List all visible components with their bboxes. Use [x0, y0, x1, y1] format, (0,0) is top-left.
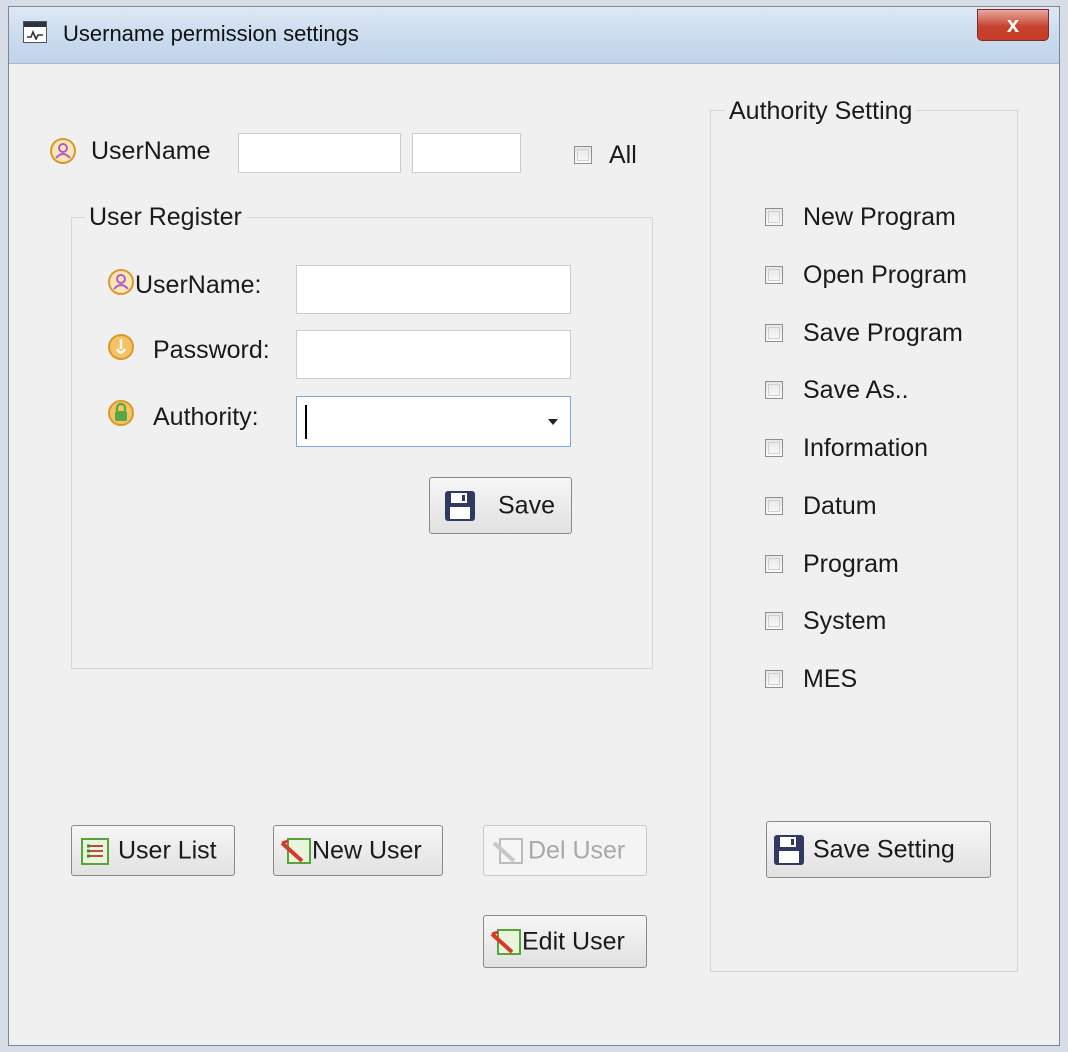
text-caret: [305, 405, 307, 439]
user-list-button[interactable]: User List: [71, 825, 235, 876]
save-setting-button[interactable]: Save Setting: [766, 821, 991, 878]
password-input[interactable]: [296, 330, 571, 379]
authority-icon: [107, 399, 135, 432]
authority-label: Authority:: [153, 403, 259, 431]
register-username-label: UserName:: [135, 271, 262, 299]
new-user-label: New User: [312, 836, 422, 864]
edit-user-icon: [490, 926, 524, 965]
del-user-label: Del User: [528, 836, 626, 864]
register-username-input[interactable]: [296, 265, 571, 314]
new-user-icon: [280, 835, 314, 874]
authority-setting-title: Authority Setting: [725, 97, 917, 126]
permission-label: Information: [803, 434, 929, 462]
user-list-label: User List: [118, 836, 217, 864]
new-user-button[interactable]: New User: [273, 825, 443, 876]
password-label: Password:: [153, 336, 270, 364]
permission-checkbox[interactable]: [765, 555, 783, 573]
permission-checkbox[interactable]: [765, 208, 783, 226]
user-register-title: User Register: [85, 203, 246, 232]
permission-checkbox[interactable]: [765, 612, 783, 630]
app-icon: [23, 21, 47, 43]
permission-label: Program: [803, 550, 899, 578]
permission-label: New Program: [803, 203, 956, 231]
edit-user-button[interactable]: Edit User: [483, 915, 647, 968]
client-area: UserName All User Register UserName: Pas…: [9, 63, 1059, 1045]
username-filter-label: UserName: [91, 137, 211, 165]
title-bar: Username permission settings x: [9, 7, 1059, 64]
permission-checkbox[interactable]: [765, 266, 783, 284]
permission-label: Open Program: [803, 261, 967, 289]
close-button[interactable]: x: [977, 9, 1049, 41]
permission-checkbox[interactable]: [765, 670, 783, 688]
save-button[interactable]: Save: [429, 477, 572, 534]
permission-window: Username permission settings x UserName …: [8, 6, 1060, 1046]
edit-user-label: Edit User: [522, 927, 625, 955]
username-filter-icon: [49, 137, 77, 170]
username-filter-input[interactable]: [238, 133, 401, 173]
save-icon: [773, 834, 805, 873]
permission-label: Save Program: [803, 319, 963, 347]
username-filter-input-secondary[interactable]: [412, 133, 521, 173]
permission-checkbox[interactable]: [765, 497, 783, 515]
permission-label: Save As..: [803, 376, 909, 404]
chevron-down-icon[interactable]: [548, 419, 558, 425]
save-icon: [444, 490, 476, 529]
save-setting-label: Save Setting: [813, 835, 955, 863]
permission-label: System: [803, 607, 887, 635]
permission-label: MES: [803, 665, 858, 693]
password-icon: [107, 333, 135, 366]
del-user-button[interactable]: Del User: [483, 825, 647, 876]
del-user-icon: [492, 835, 526, 874]
save-button-label: Save: [498, 491, 555, 519]
permission-checkbox[interactable]: [765, 381, 783, 399]
window-title: Username permission settings: [63, 21, 359, 46]
permission-checkbox[interactable]: [765, 439, 783, 457]
user-list-icon: [80, 836, 110, 873]
authority-dropdown[interactable]: [296, 396, 571, 447]
all-label: All: [609, 141, 637, 169]
permission-checkbox[interactable]: [765, 324, 783, 342]
all-checkbox[interactable]: [574, 146, 592, 164]
permission-label: Datum: [803, 492, 877, 520]
register-username-icon: [107, 268, 135, 301]
